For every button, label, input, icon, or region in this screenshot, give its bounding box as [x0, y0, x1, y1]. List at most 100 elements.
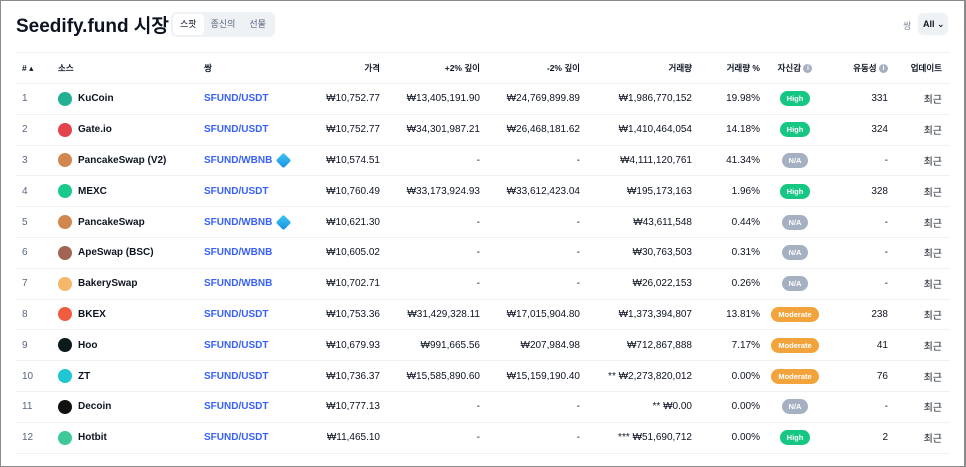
table-row[interactable]: 3 PancakeSwap (V2) SFUND/WBNB ₩10,574.51…	[16, 145, 950, 177]
column-label: 소스	[58, 63, 74, 73]
column-header[interactable]: 유동성 i	[822, 52, 896, 84]
pair-link[interactable]: SFUND/USDT	[204, 432, 268, 443]
price: ₩10,679.93	[308, 329, 388, 362]
exchange-logo-icon	[58, 430, 72, 445]
exchange-name: PancakeSwap (V2)	[78, 154, 167, 166]
pair-link[interactable]: SFUND/WBNB	[204, 278, 272, 289]
column-header[interactable]: 거래량	[588, 52, 700, 84]
column-header[interactable]: 소스	[52, 52, 198, 84]
volume: ** ₩0.00	[588, 391, 700, 423]
liquidity: -	[822, 268, 896, 300]
table-row[interactable]: 7 BakerySwap SFUND/WBNB ₩10,702.71 - - ₩…	[16, 268, 950, 300]
liquidity: 76	[822, 360, 896, 392]
table-row[interactable]: 11 Decoin SFUND/USDT ₩10,777.13 - - ** ₩…	[16, 391, 950, 423]
table-row[interactable]: 1 KuCoin SFUND/USDT ₩10,752.77 ₩13,405,1…	[16, 83, 950, 115]
liquidity: 331	[822, 83, 896, 115]
pair-link[interactable]: SFUND/USDT	[204, 124, 268, 135]
column-header[interactable]: +2% 깊이	[388, 52, 488, 84]
pair-link[interactable]: SFUND/USDT	[204, 340, 268, 351]
price: ₩11,465.10	[308, 422, 388, 454]
table-row[interactable]: 4 MEXC SFUND/USDT ₩10,760.49 ₩33,173,924…	[16, 175, 950, 208]
exchange-link[interactable]: Hoo	[58, 338, 190, 353]
exchange-logo-icon	[58, 276, 72, 291]
sort-asc-icon: ▴	[26, 62, 34, 73]
price: ₩10,752.77	[308, 83, 388, 115]
exchange-name: Gate.io	[78, 124, 112, 136]
exchange-logo-icon	[58, 245, 72, 260]
exchange-link[interactable]: BKEX	[58, 307, 190, 322]
depth-minus-2: ₩17,015,904.80	[488, 299, 588, 331]
exchange-link[interactable]: BakerySwap	[58, 276, 190, 291]
volume: *** ₩51,690,712	[588, 422, 700, 454]
volume-percent: 0.00%	[700, 422, 768, 454]
pair-link[interactable]: SFUND/USDT	[204, 93, 268, 104]
pair-filter-label: 쌍	[903, 21, 912, 31]
liquidity: 41	[822, 329, 896, 362]
column-header[interactable]: 자신감 i	[768, 52, 822, 84]
table-row[interactable]: 8 BKEX SFUND/USDT ₩10,753.36 ₩31,429,328…	[16, 299, 950, 331]
rank: 2	[16, 114, 52, 146]
column-header[interactable]: -2% 깊이	[488, 52, 588, 84]
tab-perpetual[interactable]: 종신의	[204, 14, 243, 35]
pair-link[interactable]: SFUND/USDT	[204, 309, 268, 320]
tab-futures[interactable]: 선물	[242, 14, 273, 35]
confidence-badge: N/A	[781, 152, 809, 168]
updated: 최근	[896, 83, 950, 115]
depth-minus-2: -	[488, 237, 588, 269]
exchange-link[interactable]: Hotbit	[58, 430, 190, 445]
exchange-logo-icon	[58, 369, 72, 384]
table-row[interactable]: 2 Gate.io SFUND/USDT ₩10,752.77 ₩34,301,…	[16, 114, 950, 146]
column-header[interactable]: 거래량 %	[700, 52, 768, 84]
exchange-name: Hotbit	[78, 432, 107, 444]
exchange-logo-icon	[58, 215, 72, 230]
column-header[interactable]: 쌍	[198, 52, 308, 84]
table-row[interactable]: 5 PancakeSwap SFUND/WBNB ₩10,621.30 - - …	[16, 206, 950, 238]
column-label: -2% 깊이	[546, 63, 580, 73]
pair-link[interactable]: SFUND/USDT	[204, 401, 268, 412]
volume-percent: 0.00%	[700, 360, 768, 392]
depth-plus-2: -	[388, 268, 488, 300]
pair-filter-dropdown[interactable]: All ⌄	[918, 13, 948, 35]
confidence-badge: Moderate	[771, 368, 819, 384]
exchange-link[interactable]: KuCoin	[58, 91, 190, 106]
exchange-link[interactable]: PancakeSwap	[58, 215, 190, 230]
info-icon[interactable]: i	[803, 64, 813, 74]
chevron-down-icon: ⌄	[934, 19, 945, 29]
table-row[interactable]: 9 Hoo SFUND/USDT ₩10,679.93 ₩991,665.56 …	[16, 329, 950, 362]
pair-link[interactable]: SFUND/USDT	[204, 371, 268, 382]
depth-plus-2: ₩991,665.56	[388, 329, 488, 362]
exchange-logo-icon	[58, 184, 72, 199]
exchange-link[interactable]: ZT	[58, 369, 190, 384]
pair-link[interactable]: SFUND/USDT	[204, 186, 268, 197]
updated: 최근	[896, 114, 950, 146]
market-type-tabs: 스팟 종신의 선물	[171, 12, 275, 37]
column-header[interactable]: 업데이트	[896, 52, 950, 84]
pair-link[interactable]: SFUND/WBNB	[204, 247, 272, 258]
price: ₩10,621.30	[308, 206, 388, 238]
exchange-name: BakerySwap	[78, 278, 138, 290]
column-label: 자신감	[777, 63, 802, 73]
pair-link[interactable]: SFUND/WBNB	[204, 217, 272, 228]
depth-plus-2: -	[388, 422, 488, 454]
exchange-name: ApeSwap (BSC)	[78, 247, 154, 259]
exchange-link[interactable]: MEXC	[58, 184, 190, 199]
confidence-badge: N/A	[781, 276, 809, 292]
rank: 11	[16, 391, 52, 423]
depth-minus-2: -	[488, 422, 588, 454]
table-row[interactable]: 12 Hotbit SFUND/USDT ₩11,465.10 - - *** …	[16, 422, 950, 454]
exchange-link[interactable]: Gate.io	[58, 122, 190, 137]
volume: ₩1,986,770,152	[588, 83, 700, 115]
exchange-link[interactable]: ApeSwap (BSC)	[58, 245, 190, 260]
exchange-logo-icon	[58, 153, 72, 168]
column-header[interactable]: # ▴	[16, 52, 52, 84]
pair-link[interactable]: SFUND/WBNB	[204, 155, 272, 166]
table-row[interactable]: 10 ZT SFUND/USDT ₩10,736.37 ₩15,585,890.…	[16, 360, 950, 392]
exchange-link[interactable]: Decoin	[58, 399, 190, 414]
volume: ₩712,867,888	[588, 329, 700, 362]
column-header[interactable]: 가격	[308, 52, 388, 84]
tab-spot[interactable]: 스팟	[173, 14, 204, 35]
exchange-link[interactable]: PancakeSwap (V2)	[58, 153, 190, 168]
info-icon[interactable]: i	[879, 64, 888, 74]
column-label: 쌍	[204, 63, 212, 73]
table-row[interactable]: 6 ApeSwap (BSC) SFUND/WBNB ₩10,605.02 - …	[16, 237, 950, 269]
